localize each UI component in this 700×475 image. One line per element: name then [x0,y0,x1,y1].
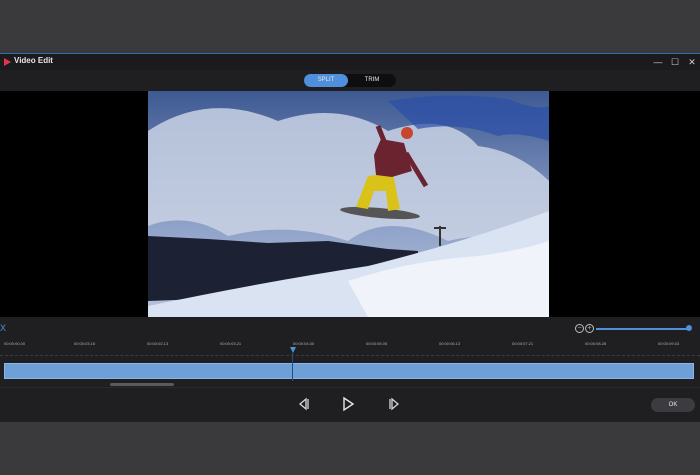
time-ruler: 00:00:00.00 00:00:03.16 00:00:02.13 00:0… [0,341,700,356]
zoom-out-icon[interactable]: − [575,324,584,333]
mode-tabs: SPLIT TRIM [304,74,396,87]
tick-label: 00:00:02.13 [147,341,169,346]
video-edit-icon [4,58,11,66]
playhead-line [292,353,293,381]
tick-label: 00:00:09.03 [658,341,680,346]
tick-label: 00:00:07.21 [512,341,534,346]
tab-split[interactable]: SPLIT [304,74,348,87]
minimize-button[interactable]: — [652,56,664,68]
tick-label: 00:00:06.13 [439,341,461,346]
timeline: X − + 00:00:00.00 00:00:03.16 00:00:02.1… [0,317,700,387]
video-preview [148,91,549,317]
tick-label: 00:00:04.00 [293,341,315,346]
title-bar: Video Edit — ☐ ✕ [0,54,700,70]
play-icon[interactable] [340,396,356,412]
ok-button[interactable]: OK [651,398,695,412]
window-title: Video Edit [14,56,53,65]
video-frame-image [148,91,549,317]
next-frame-icon[interactable] [386,396,402,412]
video-clip-track[interactable] [4,363,694,379]
tick-label: 00:00:05.05 [366,341,388,346]
previous-frame-icon[interactable] [296,396,312,412]
tick-label: 00:00:08.28 [585,341,607,346]
playback-controls: OK [0,387,700,422]
ruler-line [0,355,700,356]
preview-stage [0,91,700,317]
tab-trim[interactable]: TRIM [350,74,394,87]
close-button[interactable]: ✕ [686,56,698,68]
tick-label: 00:00:00.00 [4,341,26,346]
close-timeline-icon[interactable]: X [0,323,6,333]
zoom-in-icon[interactable]: + [585,324,594,333]
playhead-handle[interactable] [290,347,296,353]
maximize-button[interactable]: ☐ [669,56,681,68]
timeline-scrollbar[interactable] [110,383,174,386]
zoom-slider-track[interactable] [596,328,689,330]
zoom-slider-handle[interactable] [686,325,692,331]
tick-label: 00:00:03.16 [74,341,96,346]
video-edit-window: Video Edit — ☐ ✕ SPLIT TRIM X − + 00:00:… [0,53,700,422]
tick-label: 00:00:03.21 [220,341,242,346]
